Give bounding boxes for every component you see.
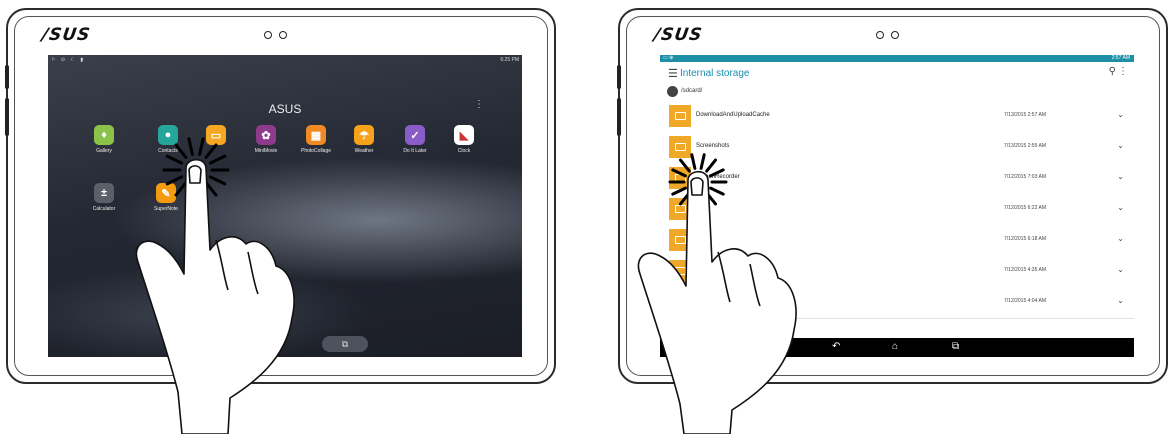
folder-date: 7/12/2015 7:03 AM	[1004, 174, 1046, 180]
app-glyph-icon: ✎	[156, 183, 176, 203]
folder-date: 7/12/2015 6:22 AM	[1004, 205, 1046, 211]
folder-date: 7/12/2015 4:04 AM	[1004, 298, 1046, 304]
list-item[interactable]: ScreenRecorder 7/12/2015 7:03 AM ⌄	[660, 163, 1134, 195]
app-icon[interactable]: ◣ Clock	[444, 125, 484, 154]
status-time: 2:57 AM	[1111, 55, 1130, 61]
app-icon[interactable]: ▦ PhotoCollage	[296, 125, 336, 154]
folder-icon	[669, 291, 691, 313]
folder-icon	[669, 105, 691, 127]
list-item[interactable]: 7/12/2015 6:22 AM ⌄	[660, 194, 1134, 226]
app-icon[interactable]: ♦ Gallery	[84, 125, 124, 154]
app-glyph-icon: ◣	[454, 125, 474, 145]
folder-list: DownloadAndUploadCache 7/13/2015 2:57 AM ⌄…	[660, 101, 1134, 338]
app-label: Gallery	[96, 148, 112, 154]
status-bar: ▭ ⊕ 2:57 AM	[660, 55, 1134, 62]
app-glyph-icon: ✓	[405, 125, 425, 145]
folder-name: DownloadAndUploadCache	[696, 112, 770, 118]
list-item[interactable]: Screenshots 7/13/2015 2:55 AM ⌄	[660, 132, 1134, 164]
chevron-down-icon[interactable]: ⌄	[1117, 234, 1124, 243]
tablet-frame-left: /SUS ⚐ ⊙ ☾ ▮ 6:25 PM ASUS ⋮ ♦ Gallery ● Con…	[6, 8, 556, 384]
status-time: 6:25 PM	[500, 57, 519, 63]
home-button[interactable]: ⌂	[892, 341, 898, 352]
app-glyph-icon: ±	[94, 183, 114, 203]
app-label: Contacts	[158, 148, 178, 154]
home-screen: ⚐ ⊙ ☾ ▮ 6:25 PM ASUS ⋮ ♦ Gallery ● Contacts…	[48, 55, 522, 357]
app-label: SuperNote	[154, 206, 178, 212]
app-label: Weather	[354, 148, 374, 154]
app-icon[interactable]: ± Calculator	[84, 183, 124, 212]
folder-date: 7/12/2015 6:18 AM	[1004, 236, 1046, 242]
menu-icon[interactable]: ☰	[668, 67, 678, 80]
app-icon[interactable]: ✎ SuperNote	[146, 183, 186, 212]
tablet-frame-right: /SUS ▭ ⊕ 2:57 AM ☰ Internal storage ⚲ ⋮ …	[618, 8, 1168, 384]
chevron-down-icon[interactable]: ⌄	[1117, 203, 1124, 212]
breadcrumb-path: /sdcard/	[681, 88, 703, 94]
chevron-down-icon[interactable]: ⌄	[1117, 141, 1124, 150]
folder-date: 7/13/2015 2:55 AM	[1004, 143, 1046, 149]
app-toolbar: ☰ Internal storage ⚲ ⋮	[660, 62, 1134, 84]
app-label: Calculator	[92, 206, 116, 212]
navigation-bar: ↶ ⌂ ⧉	[660, 338, 1134, 357]
folder-icon	[669, 260, 691, 282]
folder-icon	[669, 167, 691, 189]
app-glyph-icon: ✿	[256, 125, 276, 145]
app-icon[interactable]: ● Contacts	[148, 125, 188, 154]
folder-name: Screenshots	[696, 143, 730, 149]
side-button-right-2[interactable]	[617, 98, 621, 136]
folder-icon	[669, 229, 691, 251]
folder-date: 7/13/2015 2:57 AM	[1004, 112, 1046, 118]
list-item[interactable]: 7/12/2015 4:04 AM ⌄	[660, 287, 1134, 319]
folder-icon	[669, 136, 691, 158]
app-icon[interactable]: ▭	[196, 125, 236, 148]
back-button[interactable]: ↶	[832, 341, 840, 352]
recent-apps-button[interactable]: ⧉	[322, 336, 368, 352]
folder-date: 7/12/2015 4:35 AM	[1004, 267, 1046, 273]
chevron-down-icon[interactable]: ⌄	[1117, 110, 1124, 119]
more-icon[interactable]: ⋮	[474, 99, 484, 110]
sensor-icon	[891, 31, 899, 39]
app-label: Clock	[457, 148, 471, 154]
sdcard-icon	[667, 86, 678, 97]
file-manager-screen: ▭ ⊕ 2:57 AM ☰ Internal storage ⚲ ⋮ /sdca…	[660, 55, 1134, 357]
sensor-icon	[279, 31, 287, 39]
breadcrumb[interactable]: /sdcard/	[660, 84, 1134, 101]
app-icon[interactable]: ☂ Weather	[344, 125, 384, 154]
folder-name: nk	[696, 236, 703, 242]
camera-icon	[264, 31, 272, 39]
side-button-right-1[interactable]	[617, 65, 621, 89]
more-icon[interactable]: ⋮	[1118, 66, 1128, 77]
app-icon[interactable]: ✿ MiniMovie	[246, 125, 286, 154]
asus-logo: /SUS	[40, 25, 92, 45]
chevron-down-icon[interactable]: ⌄	[1117, 265, 1124, 274]
app-label: Do It Later	[403, 148, 427, 154]
side-button-left-1[interactable]	[5, 65, 9, 89]
side-button-left-2[interactable]	[5, 98, 9, 136]
camera-icon	[876, 31, 884, 39]
status-bar: ⚐ ⊙ ☾ ▮ 6:25 PM	[48, 55, 522, 66]
status-icons: ⚐ ⊙ ☾ ▮	[51, 57, 86, 63]
app-glyph-icon: ●	[158, 125, 178, 145]
app-glyph-icon: ▦	[306, 125, 326, 145]
app-icon[interactable]: ✓ Do It Later	[395, 125, 435, 154]
folder-icon	[669, 198, 691, 220]
list-item[interactable]: 7/12/2015 4:35 AM ⌄	[660, 256, 1134, 288]
chevron-down-icon[interactable]: ⌄	[1117, 296, 1124, 305]
recent-apps-button[interactable]: ⧉	[952, 341, 959, 352]
page-title: Internal storage	[680, 68, 750, 79]
folder-name: ScreenRecorder	[696, 174, 740, 180]
list-item[interactable]: DownloadAndUploadCache 7/13/2015 2:57 AM ⌄	[660, 101, 1134, 133]
app-glyph-icon: ☂	[354, 125, 374, 145]
list-item[interactable]: nk 7/12/2015 6:18 AM ⌄	[660, 225, 1134, 257]
status-icons: ▭ ⊕	[663, 55, 674, 61]
search-icon[interactable]: ⚲	[1109, 66, 1116, 77]
app-label: MiniMovie	[254, 148, 278, 154]
app-glyph-icon: ♦	[94, 125, 114, 145]
app-label: PhotoCollage	[300, 148, 332, 154]
app-glyph-icon: ▭	[206, 125, 226, 145]
asus-logo: /SUS	[652, 25, 704, 45]
home-title: ASUS	[268, 102, 302, 116]
chevron-down-icon[interactable]: ⌄	[1117, 172, 1124, 181]
